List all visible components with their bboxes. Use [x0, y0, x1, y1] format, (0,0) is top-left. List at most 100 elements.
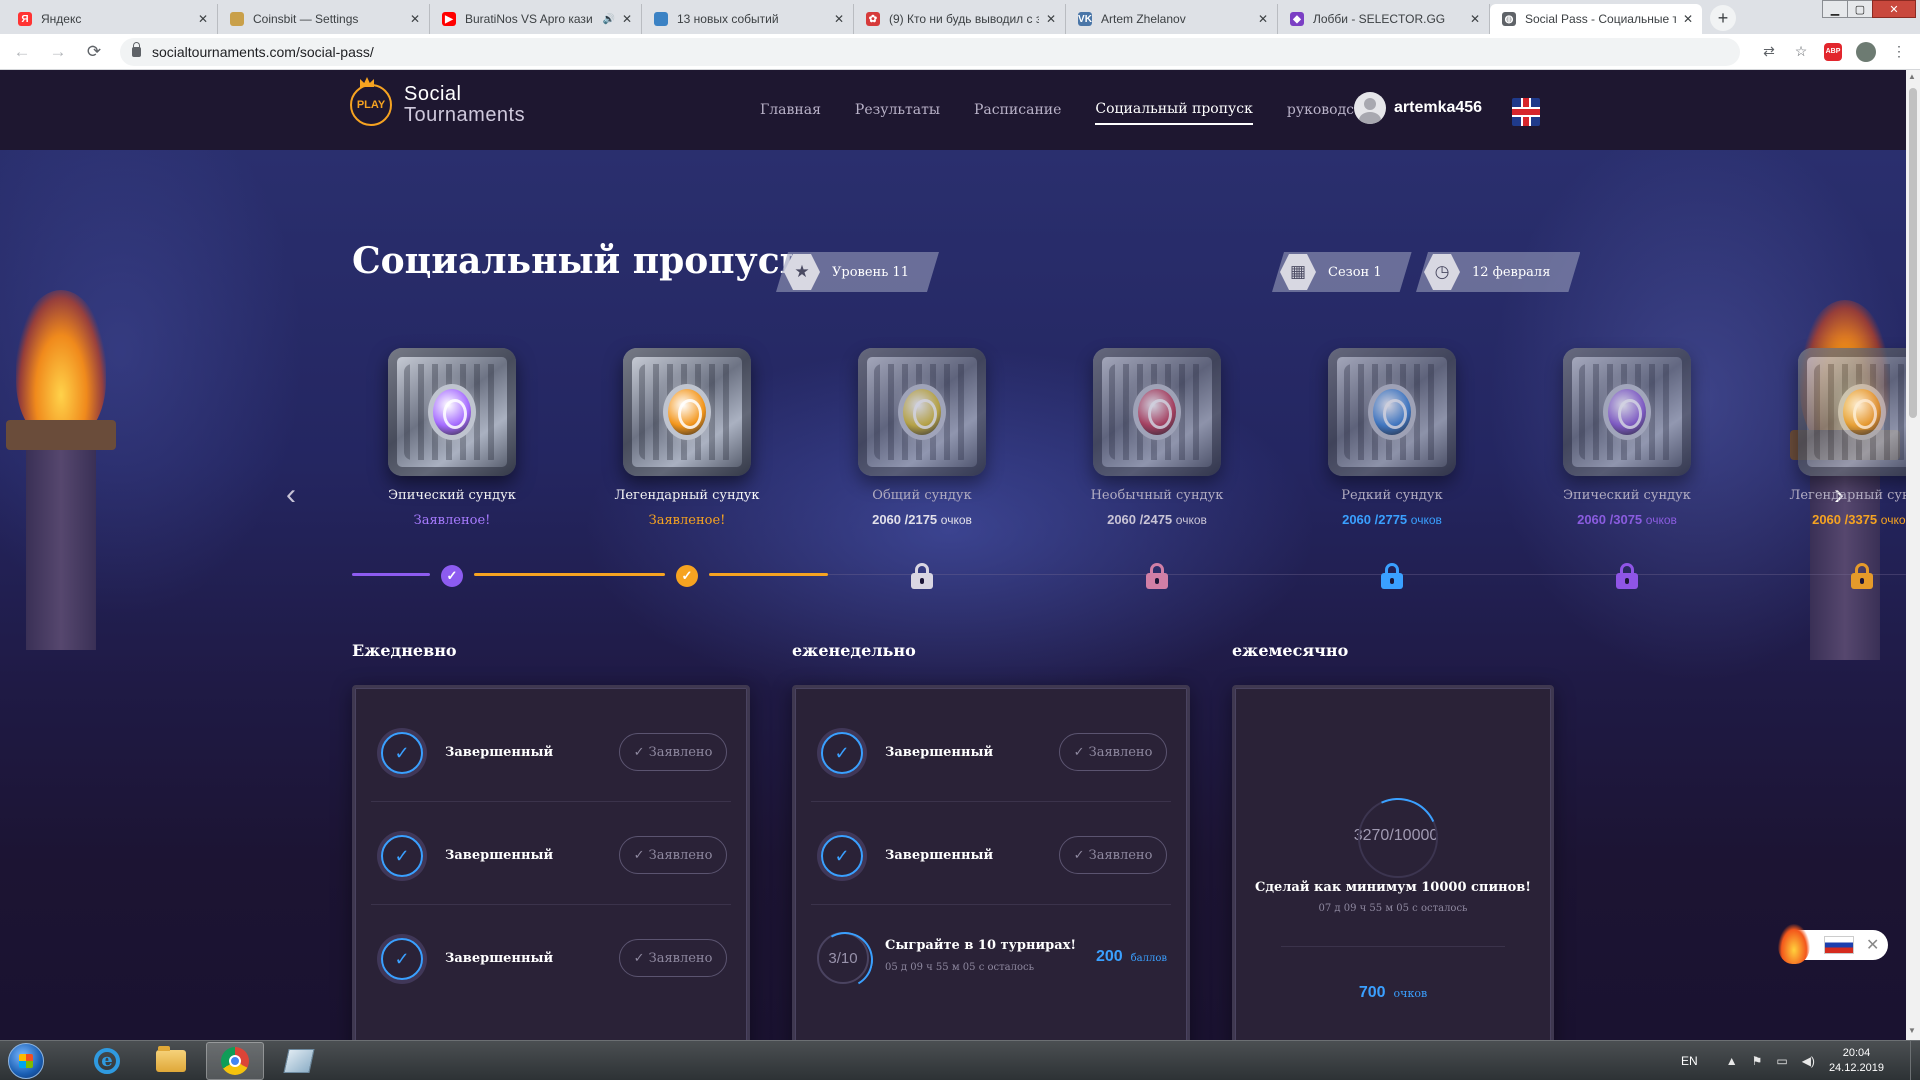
tab-title: Social Pass - Социальные т — [1525, 12, 1676, 26]
bookmark-star-icon[interactable]: ☆ — [1792, 43, 1810, 61]
browser-tab[interactable]: Я Яндекс ✕ — [6, 4, 218, 34]
browser-toolbar: ← → ⟳ socialtournaments.com/social-pass/… — [0, 34, 1920, 70]
chest-card[interactable]: Эпический сундук 2060 /3075 очков — [1517, 348, 1737, 527]
tab-close-icon[interactable]: ✕ — [1683, 12, 1693, 26]
chest-gem-icon — [663, 384, 711, 440]
padlock-icon[interactable] — [132, 41, 141, 57]
username[interactable]: artemka456 — [1394, 99, 1482, 117]
chest-image[interactable] — [1798, 348, 1906, 476]
quest-reward: 200 баллов — [1096, 948, 1167, 966]
site-logo[interactable]: PLAY Social Tournaments — [350, 77, 525, 126]
address-bar[interactable]: socialtournaments.com/social-pass/ — [120, 37, 1740, 66]
taskbar-chrome[interactable] — [206, 1041, 264, 1080]
menu-dots-icon[interactable]: ⋮ — [1890, 43, 1908, 61]
browser-tab[interactable]: ✿ (9) Кто ни будь выводил с з ✕ — [854, 4, 1066, 34]
stopwatch-icon: ◷ — [1424, 254, 1460, 290]
widget-close-icon[interactable]: ✕ — [1866, 935, 1879, 955]
logo-line-1: Social — [404, 83, 462, 105]
input-language[interactable]: EN — [1681, 1054, 1698, 1068]
minimize-icon[interactable]: ▁ — [1822, 0, 1848, 18]
monthly-divider — [1281, 946, 1505, 947]
new-tab-button[interactable]: + — [1710, 5, 1736, 31]
chest-image[interactable] — [1563, 348, 1691, 476]
chest-image[interactable] — [858, 348, 986, 476]
browser-tab-strip: Я Яндекс ✕ Coinsbit — Settings ✕ ▶ BuratiNos V… — [0, 0, 1920, 34]
tab-audio-icon[interactable]: 🔊 — [603, 14, 615, 25]
completed-check-icon: ✓ — [381, 835, 423, 877]
back-arrow-icon[interactable]: ← — [8, 42, 36, 62]
chest-points-unit: очков — [940, 513, 972, 527]
system-tray: EN ▲ ⚑ ▭ ◀) 20:04 24.12.2019 — [1681, 1041, 1920, 1080]
chest-image[interactable] — [623, 348, 751, 476]
tab-close-icon[interactable]: ✕ — [1470, 12, 1480, 26]
claimed-button[interactable]: ✓ Заявлено — [1059, 836, 1167, 874]
chest-name: Эпический сундук — [1563, 488, 1691, 503]
tray-clock[interactable]: 20:04 24.12.2019 — [1829, 1046, 1884, 1076]
nav-schedule[interactable]: Расписание — [974, 96, 1061, 124]
monthly-reward-unit: очков — [1393, 987, 1428, 1000]
tab-close-icon[interactable]: ✕ — [410, 12, 420, 26]
browser-tab[interactable]: 13 новых событий ✕ — [642, 4, 854, 34]
tab-close-icon[interactable]: ✕ — [198, 12, 208, 26]
settings-icon: ✿ — [866, 12, 880, 26]
browser-tab[interactable]: ◆ Лобби - SELECTOR.GG ✕ — [1278, 4, 1490, 34]
browser-tab[interactable]: ◍ Social Pass - Социальные т ✕ — [1490, 4, 1702, 34]
nav-social-pass[interactable]: Социальный пропуск — [1095, 95, 1253, 125]
page-scrollbar[interactable]: ▲ ▼ — [1906, 70, 1920, 1040]
weekly-quests-panel: ✓ Завершенный ✓ Заявлено ✓ Завершенный ✓ Заяв… — [792, 685, 1190, 1040]
start-button-icon[interactable] — [8, 1042, 44, 1079]
volume-icon[interactable]: ◀) — [1802, 1054, 1815, 1068]
scroll-up-icon[interactable]: ▲ — [1908, 72, 1916, 81]
window-close-icon[interactable]: ✕ — [1872, 0, 1916, 18]
nav-home[interactable]: Главная — [760, 96, 821, 124]
quest-reward-unit: баллов — [1130, 953, 1167, 964]
reload-icon[interactable]: ⟳ — [80, 42, 108, 62]
show-desktop-button[interactable] — [1910, 1041, 1920, 1080]
network-icon[interactable]: ▭ — [1776, 1054, 1787, 1068]
adblock-icon[interactable]: ABP — [1824, 42, 1842, 61]
chest-card[interactable]: Эпический сундук Заявленое! — [342, 348, 562, 528]
taskbar-ie[interactable]: e — [78, 1042, 136, 1080]
chest-card[interactable]: Легендарный сундук 2060 /3375 очков — [1752, 348, 1906, 527]
tab-close-icon[interactable]: ✕ — [622, 12, 632, 26]
main-nav: Главная Результаты Расписание Социальный… — [760, 70, 1412, 150]
language-flag-uk-icon[interactable] — [1512, 98, 1540, 126]
tab-close-icon[interactable]: ✕ — [1258, 12, 1268, 26]
tab-close-icon[interactable]: ✕ — [834, 12, 844, 26]
chest-card[interactable]: Общий сундук 2060 /2175 очков — [812, 348, 1032, 527]
site-header: PLAY Social Tournaments Главная Результа… — [0, 70, 1906, 150]
browser-tab[interactable]: ▶ BuratiNos VS Apro кази 🔊 ✕ — [430, 4, 642, 34]
translate-icon[interactable]: ⇄ — [1760, 43, 1778, 61]
avatar[interactable] — [1354, 92, 1386, 124]
chest-card[interactable]: Необычный сундук 2060 /2475 очков — [1047, 348, 1267, 527]
tab-close-icon[interactable]: ✕ — [1046, 12, 1056, 26]
tray-expand-icon[interactable]: ▲ — [1726, 1054, 1738, 1068]
chest-image[interactable] — [1093, 348, 1221, 476]
url-text[interactable]: socialtournaments.com/social-pass/ — [152, 44, 374, 60]
forward-arrow-icon[interactable]: → — [44, 42, 72, 62]
taskbar-notes[interactable] — [270, 1042, 328, 1080]
claimed-button[interactable]: ✓ Заявлено — [619, 836, 727, 874]
taskbar-explorer[interactable] — [142, 1042, 200, 1080]
claimed-button[interactable]: ✓ Заявлено — [619, 939, 727, 977]
browser-tab[interactable]: Coinsbit — Settings ✕ — [218, 4, 430, 34]
carousel-prev-chevron-icon[interactable]: ‹ — [286, 478, 296, 512]
scrollbar-thumb[interactable] — [1909, 88, 1917, 418]
chest-image[interactable] — [1328, 348, 1456, 476]
scroll-down-icon[interactable]: ▼ — [1908, 1026, 1916, 1035]
nav-results[interactable]: Результаты — [855, 96, 940, 124]
browser-tab[interactable]: VK Artem Zhelanov ✕ — [1066, 4, 1278, 34]
fire-icon[interactable] — [1778, 924, 1810, 964]
profile-avatar-icon[interactable] — [1856, 41, 1876, 62]
flag-ru-icon[interactable] — [1824, 936, 1854, 954]
maximize-icon[interactable]: ▢ — [1847, 0, 1873, 18]
chest-image[interactable] — [388, 348, 516, 476]
claimed-button[interactable]: ✓ Заявлено — [619, 733, 727, 771]
chest-points: 2060 /3375 очков — [1752, 512, 1906, 527]
action-center-flag-icon[interactable]: ⚑ — [1752, 1054, 1763, 1068]
end-date-badge: ◷ 12 февраля — [1416, 252, 1580, 292]
claimed-button[interactable]: ✓ Заявлено — [1059, 733, 1167, 771]
chest-card[interactable]: Редкий сундук 2060 /2775 очков — [1282, 348, 1502, 527]
chest-card[interactable]: Легендарный сундук Заявленое! — [577, 348, 797, 528]
user-menu[interactable]: artemka456 — [1354, 92, 1482, 124]
